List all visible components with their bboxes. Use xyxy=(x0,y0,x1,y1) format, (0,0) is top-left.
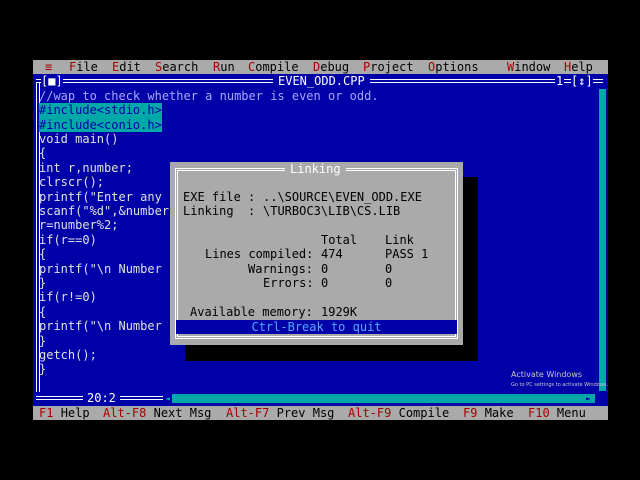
errors-total: 0 xyxy=(321,276,329,290)
code-line[interactable]: } xyxy=(39,362,46,376)
horizontal-scrollbar[interactable]: ◄ ► xyxy=(163,394,595,403)
editor-filename: EVEN_ODD.CPP xyxy=(273,74,370,89)
available-memory-value: 1929K xyxy=(321,305,358,319)
status-label: Help xyxy=(60,405,90,420)
linking-label: Linking : xyxy=(183,204,263,218)
menu-debug[interactable]: Debug xyxy=(313,60,349,74)
code-line[interactable]: printf("Enter any xyxy=(39,190,162,204)
status-menu[interactable]: F10 Menu xyxy=(528,406,586,420)
errors-label: Errors: xyxy=(263,276,314,290)
menu-file-label: ile xyxy=(76,60,98,74)
cursor-position: 20:2 xyxy=(83,391,120,406)
status-make[interactable]: F9 Make xyxy=(463,406,514,420)
code-line[interactable]: void main() xyxy=(39,132,118,146)
column-total: Total xyxy=(321,233,358,247)
menu-window-label: indow xyxy=(514,60,551,74)
menu-help[interactable]: Help xyxy=(564,60,593,74)
status-label: Compile xyxy=(398,405,450,420)
code-line[interactable]: } xyxy=(39,334,46,348)
watermark-title: Activate Windows xyxy=(511,370,583,379)
status-key: F10 xyxy=(528,405,550,420)
zoom-box-button[interactable]: [↕] xyxy=(571,74,593,89)
code-line[interactable]: #include<conio.h> xyxy=(39,117,162,132)
linking-value: \TURBOC3\LIB\CS.LIB xyxy=(263,204,401,218)
warnings-label: Warnings: xyxy=(248,262,314,276)
editor-title-bar: [■] EVEN_ODD.CPP 1 [↕] xyxy=(33,74,608,89)
code-line[interactable]: int r,number; xyxy=(39,161,133,175)
status-key: Alt-F8 xyxy=(103,405,147,420)
code-line[interactable]: printf("\n Number xyxy=(39,319,162,333)
ctrl-break-quit-bar[interactable]: Ctrl-Break to quit xyxy=(176,320,457,334)
warnings-link: 0 xyxy=(385,262,393,276)
menu-compile[interactable]: Compile xyxy=(248,60,299,74)
menu-edit[interactable]: Edit xyxy=(112,60,141,74)
status-key: Alt-F9 xyxy=(348,405,392,420)
exe-file-label: EXE file : xyxy=(183,190,263,204)
available-memory-label: Available memory: xyxy=(190,305,313,319)
status-bar: F1 Help Alt-F8 Next Msg Alt-F7 Prev Msg … xyxy=(33,405,608,420)
status-key: F1 xyxy=(39,405,54,420)
menu-file[interactable]: File xyxy=(69,60,98,74)
vertical-scrollbar[interactable] xyxy=(599,88,606,391)
window-number: 1 xyxy=(555,74,565,89)
status-next-msg[interactable]: Alt-F8 Next Msg xyxy=(103,406,211,420)
code-line[interactable]: if(r!=0) xyxy=(39,290,97,304)
menu-search-label: earch xyxy=(162,60,199,74)
code-line[interactable]: //wap to check whether a number is even … xyxy=(39,89,379,103)
menu-debug-label: ebug xyxy=(320,60,350,74)
status-key: F9 xyxy=(463,405,478,420)
dialog-title: Linking xyxy=(285,162,346,176)
menu-project-label: roject xyxy=(370,60,414,74)
menu-run[interactable]: Run xyxy=(213,60,235,74)
lines-compiled-label: Lines compiled: xyxy=(205,247,314,261)
code-line[interactable]: if(r==0) xyxy=(39,233,97,247)
linking-dialog: Linking EXE file : ..\SOURCE\EVEN_ODD.EX… xyxy=(170,162,463,345)
menu-search[interactable]: Search xyxy=(155,60,198,74)
lines-compiled-link: PASS 1 xyxy=(385,247,429,261)
menu-help-label: elp xyxy=(571,60,593,74)
warnings-total: 0 xyxy=(321,262,329,276)
close-box-button[interactable]: [■] xyxy=(41,74,63,89)
code-line[interactable]: scanf("%d",&number xyxy=(39,204,169,218)
status-prev-msg[interactable]: Alt-F7 Prev Msg xyxy=(226,406,334,420)
menu-run-label: un xyxy=(220,60,235,74)
scroll-right-arrow-icon[interactable]: ► xyxy=(586,394,595,403)
system-menu[interactable]: ≡ xyxy=(45,60,52,74)
code-line[interactable]: clrscr(); xyxy=(39,175,104,189)
code-line[interactable]: r=number%2; xyxy=(39,218,118,232)
close-icon: [■] xyxy=(41,74,63,89)
scroll-left-arrow-icon[interactable]: ◄ xyxy=(163,394,172,403)
code-line[interactable]: getch(); xyxy=(39,348,97,362)
status-key: Alt-F7 xyxy=(226,405,270,420)
status-label: Next Msg xyxy=(153,405,212,420)
menu-compile-label: ompile xyxy=(255,60,299,74)
exe-file-value: ..\SOURCE\EVEN_ODD.EXE xyxy=(263,190,422,204)
status-label: Make xyxy=(484,405,514,420)
column-link: Link xyxy=(385,233,414,247)
code-line[interactable]: { xyxy=(39,146,46,160)
code-line[interactable]: } xyxy=(39,276,46,290)
code-line[interactable]: #include<stdio.h> xyxy=(39,103,162,118)
menu-options-label: ptions xyxy=(435,60,479,74)
status-f1-help[interactable]: F1 Help xyxy=(39,406,90,420)
code-line[interactable]: printf("\n Number xyxy=(39,262,162,276)
menu-project[interactable]: Project xyxy=(363,60,414,74)
status-label: Menu xyxy=(556,405,586,420)
menu-bar: ≡ File Edit Search Run Compile Debug Pro… xyxy=(33,60,608,75)
watermark-subtitle: Go to PC settings to activate Windows. xyxy=(511,382,609,388)
lines-compiled-total: 474 xyxy=(321,247,343,261)
status-compile[interactable]: Alt-F9 Compile xyxy=(348,406,449,420)
activate-windows-watermark: Activate Windows Go to PC settings to ac… xyxy=(511,370,608,390)
errors-link: 0 xyxy=(385,276,393,290)
menu-options[interactable]: Options xyxy=(428,60,479,74)
code-line[interactable]: { xyxy=(39,247,46,261)
menu-edit-label: dit xyxy=(119,60,141,74)
menu-window[interactable]: Window xyxy=(507,60,550,74)
code-line[interactable]: { xyxy=(39,305,46,319)
status-label: Prev Msg xyxy=(276,405,335,420)
